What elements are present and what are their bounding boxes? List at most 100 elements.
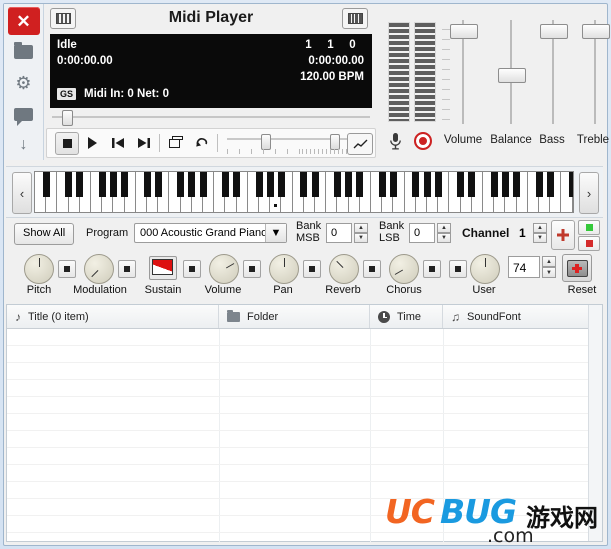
column-header-soundfont[interactable]: ♫ SoundFont [443,305,589,328]
piano-black-key[interactable] [98,172,106,197]
key-slider[interactable] [302,134,347,154]
show-all-button[interactable]: Show All [14,223,75,245]
add-channel-button[interactable] [551,220,575,250]
sidebar-item-settings[interactable]: ⚙ [8,69,40,97]
chorus-reset-button[interactable] [423,260,441,278]
treble-slider[interactable] [574,20,611,130]
table-row[interactable] [7,363,602,380]
volume-slider-thumb[interactable] [450,24,478,39]
piano-black-key[interactable] [513,172,521,197]
table-row[interactable] [7,465,602,482]
sustain-pedal-button[interactable] [149,256,177,280]
piano-black-key[interactable] [457,172,465,197]
loop-button[interactable] [165,132,187,153]
volume-slider[interactable] [442,20,484,130]
table-row[interactable] [7,329,602,346]
bank-lsb-input[interactable]: 0 [409,223,435,243]
piano-black-key[interactable] [311,172,319,197]
sidebar-item-folder[interactable] [8,38,40,66]
stop-button[interactable] [55,132,79,155]
pitch-knob[interactable] [24,254,54,284]
piano-black-key[interactable] [356,172,364,197]
volume-knob[interactable] [209,254,239,284]
tempo-slider[interactable] [227,134,307,154]
position-slider-thumb[interactable] [62,110,73,126]
bank-lsb-down[interactable]: ▼ [437,233,451,243]
graph-button[interactable] [347,133,373,155]
piano-black-key[interactable] [255,172,263,197]
table-row[interactable] [7,533,602,542]
play-button[interactable] [81,132,103,153]
pan-knob[interactable] [269,254,299,284]
treble-slider-thumb[interactable] [582,24,610,39]
user-value-input[interactable]: 74 [508,256,540,278]
piano-black-key[interactable] [109,172,117,197]
piano-black-key[interactable] [569,172,573,197]
chevron-down-icon[interactable]: ▼ [265,224,286,242]
piano-black-key[interactable] [121,172,129,197]
piano-black-key[interactable] [177,172,185,197]
volume-knob-reset-button[interactable] [243,260,261,278]
next-button[interactable] [133,132,155,153]
piano-black-key[interactable] [378,172,386,197]
piano-black-key[interactable] [221,172,229,197]
bass-slider-thumb[interactable] [540,24,568,39]
pan-reset-button[interactable] [303,260,321,278]
table-row[interactable] [7,482,602,499]
balance-slider[interactable] [490,20,532,130]
chorus-knob[interactable] [389,254,419,284]
bank-msb-down[interactable]: ▼ [354,233,368,243]
channel-mute-indicator[interactable] [578,236,600,251]
bank-lsb-stepper[interactable]: ▲ ▼ [437,223,451,243]
piano-black-key[interactable] [423,172,431,197]
balance-slider-thumb[interactable] [498,68,526,83]
piano-black-key[interactable] [199,172,207,197]
user-value-down[interactable]: ▼ [542,267,556,278]
bass-slider[interactable] [532,20,574,130]
sidebar-item-close[interactable]: ✕ [7,7,40,35]
column-header-time[interactable]: Time [370,305,443,328]
channel-stepper[interactable]: ▲ ▼ [533,223,547,243]
user-value-up[interactable]: ▲ [542,256,556,267]
reset-button[interactable] [562,254,592,282]
piano-black-key[interactable] [490,172,498,197]
key-slider-thumb[interactable] [330,134,340,150]
piano-black-key[interactable] [266,172,274,197]
piano-black-key[interactable] [76,172,84,197]
piano-black-key[interactable] [546,172,554,197]
position-slider[interactable] [52,110,370,126]
piano-black-key[interactable] [277,172,285,197]
keyboard-scroll-left-button[interactable]: ‹ [12,172,32,214]
pitch-reset-button[interactable] [58,260,76,278]
channel-on-indicator[interactable] [578,220,600,235]
piano-black-key[interactable] [233,172,241,197]
playlist-scrollbar[interactable] [588,305,602,541]
piano-black-key[interactable] [468,172,476,197]
modulation-reset-button[interactable] [118,260,136,278]
tempo-slider-thumb[interactable] [261,134,271,150]
table-row[interactable] [7,414,602,431]
bank-msb-stepper[interactable]: ▲ ▼ [354,223,368,243]
piano-black-key[interactable] [535,172,543,197]
piano-black-key[interactable] [65,172,73,197]
table-row[interactable] [7,448,602,465]
channel-down[interactable]: ▼ [533,233,547,243]
user-knob[interactable] [470,254,500,284]
piano-black-key[interactable] [345,172,353,197]
undo-button[interactable] [191,132,213,153]
piano-black-key[interactable] [154,172,162,197]
table-row[interactable] [7,499,602,516]
piano-keys[interactable] [34,171,574,213]
table-row[interactable] [7,516,602,533]
piano-black-key[interactable] [389,172,397,197]
column-header-title[interactable]: ♪ Title (0 item) [7,305,219,328]
table-row[interactable] [7,346,602,363]
microphone-button[interactable] [384,131,406,151]
user-reset-button[interactable] [449,260,467,278]
channel-up[interactable]: ▲ [533,223,547,233]
column-header-folder[interactable]: Folder [219,305,370,328]
modulation-knob[interactable] [84,254,114,284]
sustain-reset-button[interactable] [183,260,201,278]
piano-black-key[interactable] [143,172,151,197]
previous-button[interactable] [107,132,129,153]
